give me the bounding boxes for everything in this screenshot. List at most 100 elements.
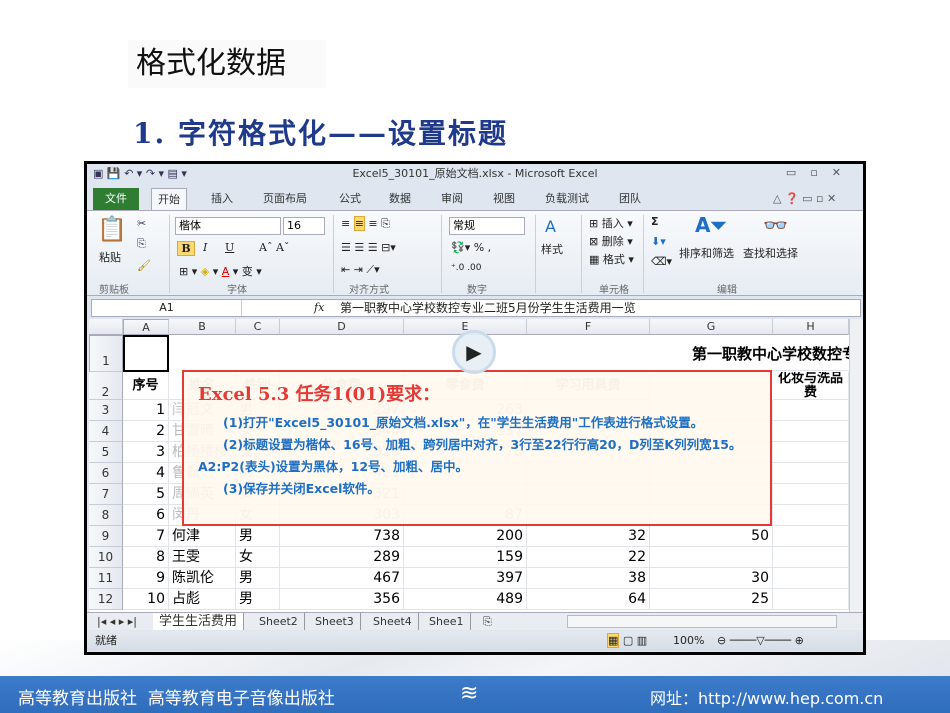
zoom-slider[interactable]: ⊖ ────▽──── ⊕	[717, 631, 804, 651]
table-cell[interactable]: 1	[123, 400, 169, 421]
copy-icon[interactable]: ⎘	[137, 237, 146, 251]
table-cell[interactable]: 占彪	[169, 589, 236, 610]
find-select-button[interactable]: 查找和选择	[743, 245, 798, 261]
cut-icon[interactable]: ✂	[137, 217, 146, 230]
header-cell[interactable]: 化妆与洗品费	[773, 372, 849, 400]
table-cell[interactable]	[773, 568, 849, 589]
sheet-tab[interactable]: Shee1	[423, 613, 471, 630]
delete-cells-button[interactable]: ⊠ 删除 ▾	[589, 233, 633, 249]
row-header[interactable]: 8	[89, 505, 123, 526]
fill-icon[interactable]: ⬇▾	[651, 235, 666, 248]
column-header[interactable]: H	[773, 319, 849, 335]
insert-cells-button[interactable]: ⊞ 插入 ▾	[589, 215, 633, 231]
table-cell[interactable]: 女	[236, 547, 280, 568]
underline-button[interactable]: U	[225, 241, 234, 254]
italic-button[interactable]: I	[203, 241, 207, 254]
select-all[interactable]	[89, 319, 123, 335]
formula-input[interactable]: 第一职教中心学校数控专业二班5月份学生生活费用一览	[340, 300, 636, 316]
table-cell[interactable]: 陈凯伦	[169, 568, 236, 589]
table-cell[interactable]: 50	[650, 526, 773, 547]
table-cell[interactable]: 489	[404, 589, 527, 610]
header-cell[interactable]: 序号	[123, 372, 169, 400]
table-cell[interactable]: 5	[123, 484, 169, 505]
table-cell[interactable]: 356	[280, 589, 404, 610]
quick-access-toolbar[interactable]: ▣ 💾 ↶ ▾ ↷ ▾ ▤ ▾	[93, 167, 187, 180]
row-header[interactable]: 7	[89, 484, 123, 505]
table-cell[interactable]: 397	[404, 568, 527, 589]
table-cell[interactable]: 男	[236, 589, 280, 610]
column-header[interactable]: B	[169, 319, 236, 335]
sheet-nav-icon[interactable]: |◂ ◂ ▸ ▸|	[91, 613, 143, 630]
format-painter-icon[interactable]: 🖌	[137, 259, 151, 272]
row-header[interactable]: 2	[89, 372, 123, 400]
table-cell[interactable]	[773, 505, 849, 526]
bold-button[interactable]: B	[177, 241, 195, 256]
autosum-button[interactable]: Σ	[651, 215, 659, 228]
help-icon[interactable]: △ ❓ ▭ ▫ ✕	[767, 188, 842, 210]
border-icon[interactable]: ⊞ ▾ ◈ ▾ A ▾ 变 ▾	[179, 263, 262, 279]
table-cell[interactable]: 男	[236, 526, 280, 547]
sheet-tab[interactable]: Sheet3	[309, 613, 361, 630]
table-cell[interactable]	[773, 400, 849, 421]
format-cells-button[interactable]: ▦ 格式 ▾	[589, 251, 634, 267]
row-header[interactable]: 5	[89, 442, 123, 463]
row-header[interactable]: 9	[89, 526, 123, 547]
number-format-select[interactable]: 常规	[449, 217, 525, 235]
table-cell[interactable]: 王雯	[169, 547, 236, 568]
currency-icon[interactable]: 💱▾ % ,	[451, 241, 491, 254]
table-cell[interactable]: 38	[527, 568, 650, 589]
tab-review[interactable]: 审阅	[435, 188, 469, 210]
sheet-tab-active[interactable]: 学生生活费用	[153, 613, 245, 630]
sort-filter-button[interactable]: 排序和筛选	[679, 245, 734, 261]
paste-button[interactable]: 粘贴	[99, 249, 121, 265]
table-cell[interactable]: 8	[123, 547, 169, 568]
table-cell[interactable]: 25	[650, 589, 773, 610]
column-header[interactable]: A	[123, 319, 169, 335]
row-header[interactable]: 11	[89, 568, 123, 589]
table-cell[interactable]: 32	[527, 526, 650, 547]
vertical-scrollbar[interactable]	[849, 319, 863, 612]
row-header[interactable]: 4	[89, 421, 123, 442]
styles-icon[interactable]: A	[545, 217, 556, 236]
selected-cell-a1[interactable]	[123, 335, 169, 372]
table-cell[interactable]: 4	[123, 463, 169, 484]
tab-formulas[interactable]: 公式	[333, 188, 367, 210]
table-cell[interactable]: 10	[123, 589, 169, 610]
column-header[interactable]: F	[527, 319, 650, 335]
comma-button[interactable]: ,	[488, 241, 492, 254]
table-cell[interactable]: 200	[404, 526, 527, 547]
decimal-icon[interactable]: ⁺.0 .00	[451, 263, 482, 273]
font-size-select[interactable]: 16	[283, 217, 325, 235]
window-controls[interactable]: ▭▫✕	[786, 166, 855, 179]
align-top-icon[interactable]: ≡ ≡ ≡ ⎘	[341, 216, 390, 231]
percent-button[interactable]: %	[474, 241, 484, 254]
table-cell[interactable]: 467	[280, 568, 404, 589]
row-header[interactable]: 3	[89, 400, 123, 421]
tab-home[interactable]: 开始	[151, 188, 187, 210]
font-grow-button[interactable]: Aˆ Aˇ	[259, 241, 289, 254]
column-header[interactable]: D	[280, 319, 404, 335]
title-cell[interactable]: 第一职教中心学校数控专业二.	[689, 337, 849, 371]
sheet-tab[interactable]: Sheet4	[367, 613, 419, 630]
table-cell[interactable]: 3	[123, 442, 169, 463]
tab-file[interactable]: 文件	[93, 188, 139, 210]
find-icon[interactable]: 👓	[763, 213, 788, 237]
tab-view[interactable]: 视图	[487, 188, 521, 210]
table-cell[interactable]: 何津	[169, 526, 236, 547]
table-cell[interactable]	[773, 526, 849, 547]
new-sheet-icon[interactable]: ⎘	[477, 613, 498, 630]
tab-team[interactable]: 团队	[613, 188, 647, 210]
clear-icon[interactable]: ⌫▾	[651, 255, 672, 268]
sort-filter-icon[interactable]: A⏷	[695, 213, 726, 237]
table-cell[interactable]	[773, 442, 849, 463]
horizontal-scrollbar[interactable]	[567, 615, 837, 628]
table-cell[interactable]: 738	[280, 526, 404, 547]
table-cell[interactable]: 9	[123, 568, 169, 589]
table-cell[interactable]: 159	[404, 547, 527, 568]
indent-icon[interactable]: ⇤ ⇥ ⟋▾	[341, 263, 380, 277]
name-box[interactable]: A1	[92, 300, 242, 316]
table-cell[interactable]: 22	[527, 547, 650, 568]
table-cell[interactable]: 6	[123, 505, 169, 526]
row-header[interactable]: 1	[89, 335, 123, 372]
sheet-tab[interactable]: Sheet2	[253, 613, 305, 630]
